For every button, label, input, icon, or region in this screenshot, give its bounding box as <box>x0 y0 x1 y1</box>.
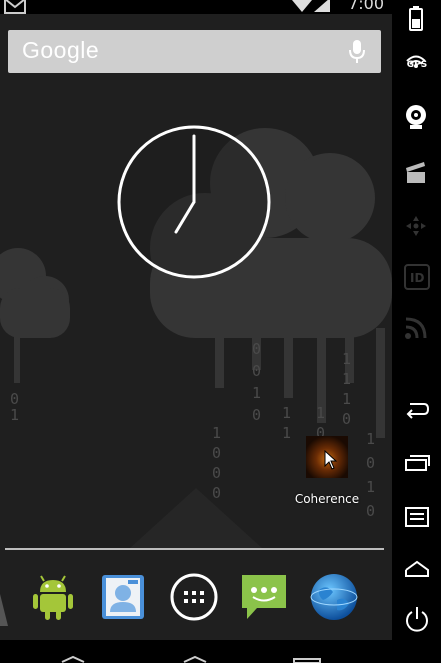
hotseat-divider <box>5 548 384 550</box>
svg-text:0: 0 <box>252 340 261 358</box>
svg-text:ID: ID <box>410 271 424 285</box>
svg-text:1: 1 <box>252 384 261 402</box>
analog-clock-widget[interactable] <box>116 124 272 280</box>
svg-text:1: 1 <box>366 478 375 496</box>
svg-text:0: 0 <box>212 444 221 462</box>
battery-button[interactable] <box>392 0 441 36</box>
rss-button[interactable] <box>392 310 441 346</box>
svg-text:1: 1 <box>282 424 291 442</box>
camera-icon <box>406 105 426 129</box>
browser-globe-icon[interactable] <box>309 572 359 622</box>
navigation-bar <box>0 640 392 663</box>
app-coherence[interactable]: Coherence <box>292 436 362 516</box>
coherence-label: Coherence <box>294 492 360 506</box>
google-search-bar[interactable]: Google <box>8 30 381 73</box>
svg-text:1: 1 <box>282 404 291 422</box>
page-indicator-arrow <box>0 594 8 626</box>
svg-text:1: 1 <box>10 406 19 424</box>
status-time: 7:00 <box>348 0 384 13</box>
svg-text:0: 0 <box>212 484 221 502</box>
svg-text:1: 1 <box>316 404 325 422</box>
svg-text:0: 0 <box>212 464 221 482</box>
svg-text:1: 1 <box>342 390 351 408</box>
hotseat-dock <box>0 560 392 640</box>
cursor-icon <box>324 450 338 470</box>
svg-text:1: 1 <box>366 430 375 448</box>
gmail-icon <box>4 0 26 14</box>
svg-text:0: 0 <box>366 454 375 472</box>
home-icon <box>405 560 429 577</box>
camera-button[interactable] <box>392 98 441 134</box>
dpad-icon <box>406 216 426 236</box>
svg-text:0: 0 <box>366 502 375 520</box>
id-icon: ID <box>404 264 430 290</box>
wifi-icon <box>292 0 312 12</box>
back-icon <box>406 403 430 419</box>
signal-icon <box>314 0 330 12</box>
nav-recents-icon[interactable] <box>292 640 322 663</box>
google-logo: Google <box>22 37 100 63</box>
menu-button[interactable] <box>392 500 441 536</box>
status-bar: 7:00 <box>0 0 392 14</box>
svg-text:1: 1 <box>342 370 351 388</box>
app-drawer-icon[interactable] <box>169 572 219 622</box>
gps-label: GPS <box>406 60 428 70</box>
svg-text:0: 0 <box>342 410 351 428</box>
power-button[interactable] <box>392 600 441 636</box>
back-button[interactable] <box>392 392 441 428</box>
device-screen: 7:00 01 1000 0010 11 1 0 1 1 1 0 1 0 1 0… <box>0 0 392 640</box>
home-button[interactable] <box>392 552 441 588</box>
contacts-icon[interactable] <box>98 572 148 622</box>
nav-back-icon[interactable] <box>60 640 86 663</box>
menu-icon <box>405 507 429 527</box>
screen-record-button[interactable] <box>392 154 441 190</box>
messaging-icon[interactable] <box>239 572 289 622</box>
mic-icon[interactable] <box>349 40 365 64</box>
emulator-side-toolbar: GPS ID <box>392 0 441 663</box>
power-icon <box>406 607 428 632</box>
svg-text:0: 0 <box>252 362 261 380</box>
nav-home-icon[interactable] <box>182 640 208 663</box>
rss-icon <box>405 317 427 339</box>
clapperboard-icon <box>406 162 425 183</box>
recent-apps-button[interactable] <box>392 446 441 482</box>
coherence-icon <box>306 436 348 478</box>
recent-apps-icon <box>405 455 430 471</box>
device-id-button[interactable]: ID <box>392 258 441 294</box>
dpad-button[interactable] <box>392 208 441 244</box>
svg-text:1: 1 <box>342 350 351 368</box>
android-icon[interactable] <box>28 572 78 622</box>
svg-text:1: 1 <box>212 424 221 442</box>
svg-text:0: 0 <box>252 406 261 424</box>
battery-icon <box>409 6 423 31</box>
